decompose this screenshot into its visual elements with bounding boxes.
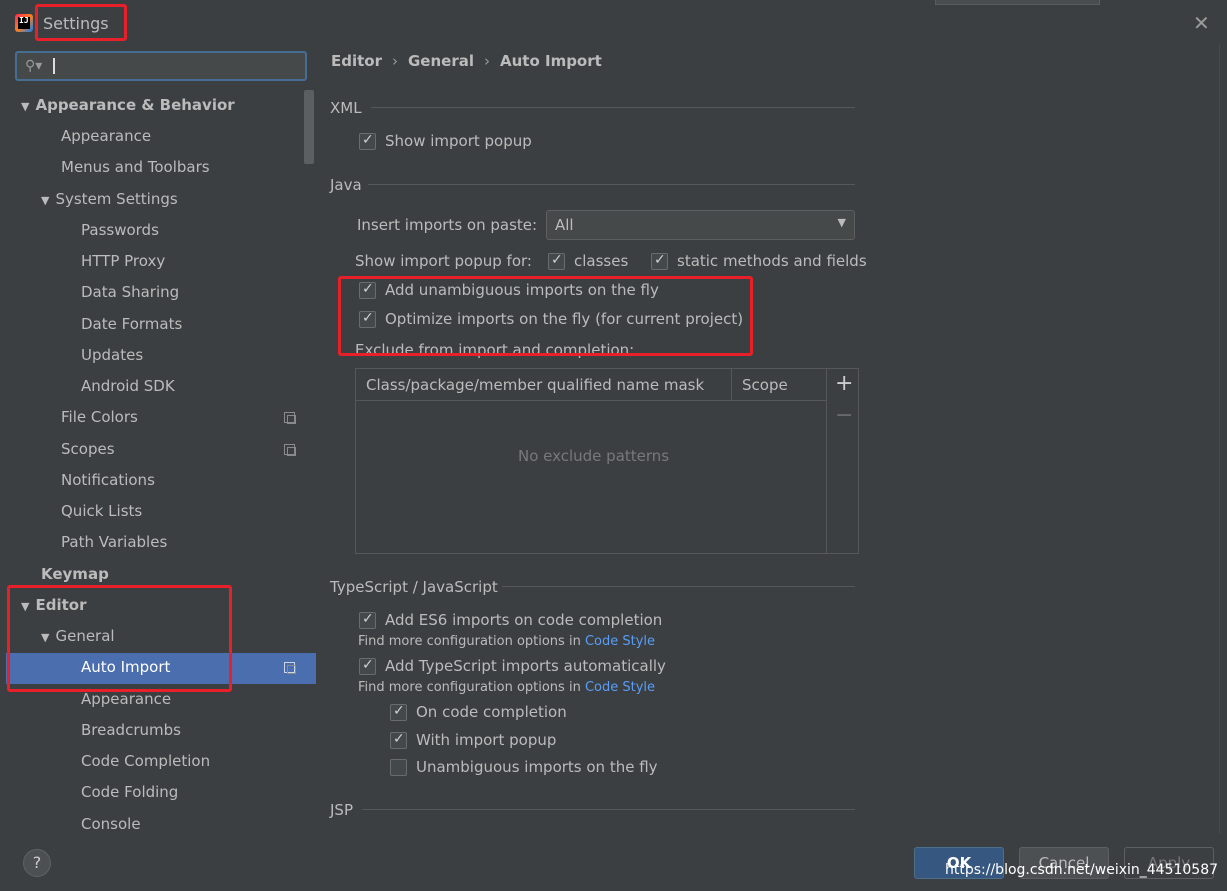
tree-item-editor-appearance[interactable]: Appearance <box>81 684 171 714</box>
chevron-down-icon: ▼ <box>837 216 846 229</box>
breadcrumb-separator: › <box>392 52 398 70</box>
title-bar: IJ Settings ✕ <box>0 0 1227 44</box>
column-header-mask[interactable]: Class/package/member qualified name mask <box>356 369 732 401</box>
close-icon[interactable]: ✕ <box>1193 11 1210 35</box>
exclude-patterns-table[interactable]: Class/package/member qualified name mask… <box>355 368 859 554</box>
checkbox-box[interactable] <box>390 758 407 776</box>
optimize-imports-checkbox[interactable]: Optimize imports on the fly (for current… <box>359 310 743 328</box>
tree-item-editor[interactable]: ▼ Editor <box>21 590 86 620</box>
tree-item-menus-toolbars[interactable]: Menus and Toolbars <box>61 152 210 182</box>
top-strip <box>935 0 1100 5</box>
tree-item-http-proxy[interactable]: HTTP Proxy <box>81 246 165 276</box>
with-import-popup-checkbox[interactable]: With import popup <box>390 731 556 749</box>
breadcrumb-editor[interactable]: Editor <box>331 52 382 70</box>
checkbox-box[interactable] <box>359 281 376 299</box>
unambiguous-imports-checkbox[interactable]: Unambiguous imports on the fly <box>390 758 658 776</box>
expand-triangle-icon[interactable]: ▼ <box>21 92 29 122</box>
tree-item-path-variables[interactable]: Path Variables <box>61 527 167 557</box>
remove-icon: − <box>835 403 854 428</box>
section-divider <box>371 107 855 108</box>
help-button[interactable]: ? <box>23 849 51 877</box>
tree-item-updates[interactable]: Updates <box>81 340 143 370</box>
tree-item-keymap[interactable]: Keymap <box>41 559 109 589</box>
section-divider <box>362 809 855 810</box>
search-icon: ⚲▾ <box>25 58 43 74</box>
add-icon[interactable]: + <box>835 371 853 396</box>
sidebar-scrollbar[interactable] <box>304 90 314 164</box>
copy-icon <box>284 444 296 456</box>
search-input[interactable]: ⚲▾ <box>15 51 307 81</box>
section-xml: XML <box>330 99 362 117</box>
tree-item-general[interactable]: ▼ General <box>41 621 115 651</box>
window-title: Settings <box>43 14 109 33</box>
tree-item-system-settings[interactable]: ▼ System Settings <box>41 184 178 214</box>
checkbox-box[interactable] <box>390 703 407 721</box>
checkbox-box[interactable] <box>390 731 407 749</box>
intellij-icon: IJ <box>15 14 33 32</box>
show-popup-for-label: Show import popup for: <box>355 252 532 270</box>
tree-item-appearance[interactable]: Appearance <box>61 121 151 151</box>
tree-item-file-colors[interactable]: File Colors <box>61 402 138 432</box>
checkbox-box[interactable] <box>359 310 376 328</box>
tree-item-passwords[interactable]: Passwords <box>81 215 159 245</box>
add-unambiguous-imports-checkbox[interactable]: Add unambiguous imports on the fly <box>359 281 659 299</box>
insert-imports-dropdown[interactable]: All ▼ <box>546 210 855 240</box>
code-style-hint: Find more configuration options in Code … <box>358 680 656 695</box>
breadcrumb-auto-import: Auto Import <box>500 52 602 70</box>
section-divider <box>368 184 855 185</box>
add-es6-imports-checkbox[interactable]: Add ES6 imports on code completion <box>359 611 662 629</box>
code-style-hint: Find more configuration options in Code … <box>358 634 656 649</box>
tree-item-code-folding[interactable]: Code Folding <box>81 777 178 807</box>
tree-item-date-formats[interactable]: Date Formats <box>81 309 182 339</box>
on-code-completion-checkbox[interactable]: On code completion <box>390 703 567 721</box>
exclude-label: Exclude from import and completion: <box>355 341 635 359</box>
breadcrumb-separator: › <box>484 52 490 70</box>
tree-item-code-completion[interactable]: Code Completion <box>81 746 210 776</box>
tree-item-quick-lists[interactable]: Quick Lists <box>61 496 142 526</box>
checkbox-box[interactable] <box>359 611 376 629</box>
add-typescript-imports-checkbox[interactable]: Add TypeScript imports automatically <box>359 657 666 675</box>
classes-checkbox[interactable]: classes <box>548 252 628 270</box>
breadcrumb: Editor › General › Auto Import <box>331 52 602 70</box>
insert-imports-label: Insert imports on paste: <box>357 216 538 234</box>
checkbox-box[interactable] <box>359 657 376 675</box>
table-toolbar: + − <box>826 369 858 553</box>
copy-icon <box>284 412 296 424</box>
empty-table-text: No exclude patterns <box>518 447 670 465</box>
column-header-scope[interactable]: Scope <box>732 369 826 401</box>
insert-imports-value: All <box>555 216 574 234</box>
tree-item-notifications[interactable]: Notifications <box>61 465 155 495</box>
section-jsp: JSP <box>330 801 353 819</box>
tree-item-console[interactable]: Console <box>81 809 141 839</box>
static-methods-checkbox[interactable]: static methods and fields <box>651 252 867 270</box>
tree-item-appearance-behavior[interactable]: ▼ Appearance & Behavior <box>21 90 235 120</box>
copy-icon <box>284 662 296 674</box>
code-style-link[interactable]: Code Style <box>585 680 655 695</box>
tree-item-android-sdk[interactable]: Android SDK <box>81 371 175 401</box>
tree-item-auto-import[interactable]: Auto Import <box>81 652 170 682</box>
section-typescript-javascript: TypeScript / JavaScript <box>330 578 498 596</box>
expand-triangle-icon[interactable]: ▼ <box>21 592 29 622</box>
section-java: Java <box>330 176 362 194</box>
watermark: https://blog.csdn.net/weixin_44510587 <box>945 862 1219 878</box>
breadcrumb-general[interactable]: General <box>408 52 474 70</box>
checkbox-box[interactable] <box>651 252 668 270</box>
tree-item-breadcrumbs[interactable]: Breadcrumbs <box>81 715 181 745</box>
tree-item-data-sharing[interactable]: Data Sharing <box>81 277 179 307</box>
checkbox-box[interactable] <box>359 132 376 150</box>
expand-triangle-icon[interactable]: ▼ <box>41 186 49 216</box>
section-divider <box>502 586 855 587</box>
xml-show-import-popup-checkbox[interactable]: Show import popup <box>359 132 532 150</box>
right-edge <box>1219 44 1227 834</box>
text-caret <box>53 58 55 74</box>
expand-triangle-icon[interactable]: ▼ <box>41 623 49 653</box>
tree-item-scopes[interactable]: Scopes <box>61 434 115 464</box>
code-style-link[interactable]: Code Style <box>585 634 655 649</box>
checkbox-box[interactable] <box>548 252 565 270</box>
